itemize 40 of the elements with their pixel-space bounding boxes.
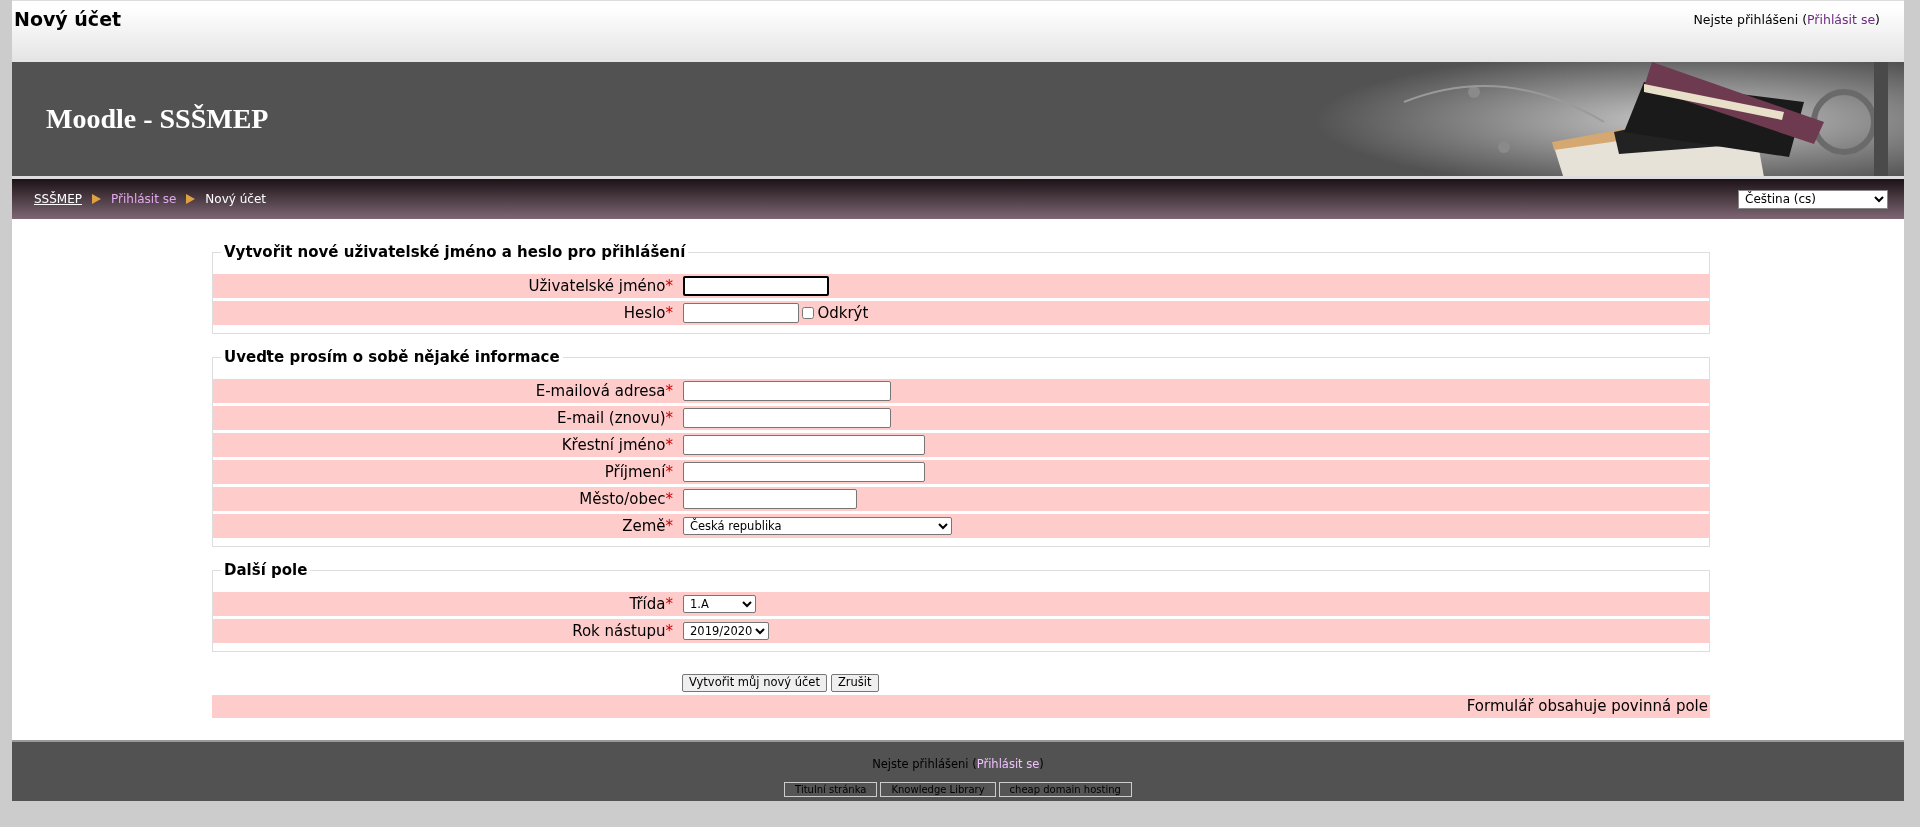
field-label: E-mail (znovu)* — [557, 407, 673, 429]
input-field[interactable] — [683, 435, 926, 455]
language-select[interactable]: Čeština (cs) — [1738, 189, 1888, 209]
section-legend: Další pole — [221, 561, 311, 579]
login-info: Nejste přihlášeni (Přihlásit se) — [871, 755, 1045, 773]
field-label: Uživatelské jméno* — [528, 275, 673, 297]
breadcrumb-current: Nový účet — [205, 191, 266, 208]
field-label: Heslo* — [623, 302, 673, 324]
site-title: Moodle - SSŠMEP — [46, 102, 269, 136]
required-note: Formulář obsahuje povinná pole — [1466, 696, 1708, 715]
input-field[interactable] — [683, 408, 891, 428]
input-field[interactable] — [683, 276, 830, 296]
separator-icon — [186, 194, 196, 204]
login-link[interactable]: Přihlásit se — [1807, 12, 1876, 27]
checkbox-label: Odkrýt — [817, 302, 869, 324]
field-label: Příjmení* — [604, 461, 673, 483]
field-label: E-mailová adresa* — [535, 380, 673, 402]
field-label: Křestní jméno* — [561, 434, 673, 456]
input-field[interactable] — [683, 381, 891, 401]
login-info: Nejste přihlášeni (Přihlásit se) — [1693, 11, 1880, 29]
section-legend: Vytvořit nové uživatelské jméno a heslo pro přihlášení — [221, 243, 689, 261]
separator-icon — [92, 194, 102, 204]
select-field[interactable]: 1.A — [683, 595, 757, 613]
breadcrumb-link[interactable]: SSŠMEP — [34, 190, 83, 208]
field-label: Třída* — [629, 593, 673, 615]
form-button[interactable]: Zrušit — [830, 674, 879, 692]
select-field[interactable]: 2019/2020 — [683, 622, 770, 640]
input-field[interactable] — [683, 303, 800, 323]
select-field[interactable]: Česká republika — [683, 517, 952, 535]
login-link[interactable]: Přihlásit se — [976, 756, 1040, 771]
field-label: Země* — [622, 515, 673, 537]
field-label: Město/obec* — [579, 488, 673, 510]
form-button[interactable]: Vytvořit můj nový účet — [682, 674, 827, 692]
input-field[interactable] — [683, 462, 926, 482]
page-title: Nový účet — [14, 8, 122, 31]
breadcrumb-link[interactable]: Přihlásit se — [111, 190, 177, 208]
field-label: Rok nástupu* — [572, 620, 673, 642]
reveal-checkbox[interactable] — [802, 307, 815, 319]
section-legend: Uveďte prosím o sobě nějaké informace — [221, 348, 563, 366]
input-field[interactable] — [683, 489, 857, 509]
